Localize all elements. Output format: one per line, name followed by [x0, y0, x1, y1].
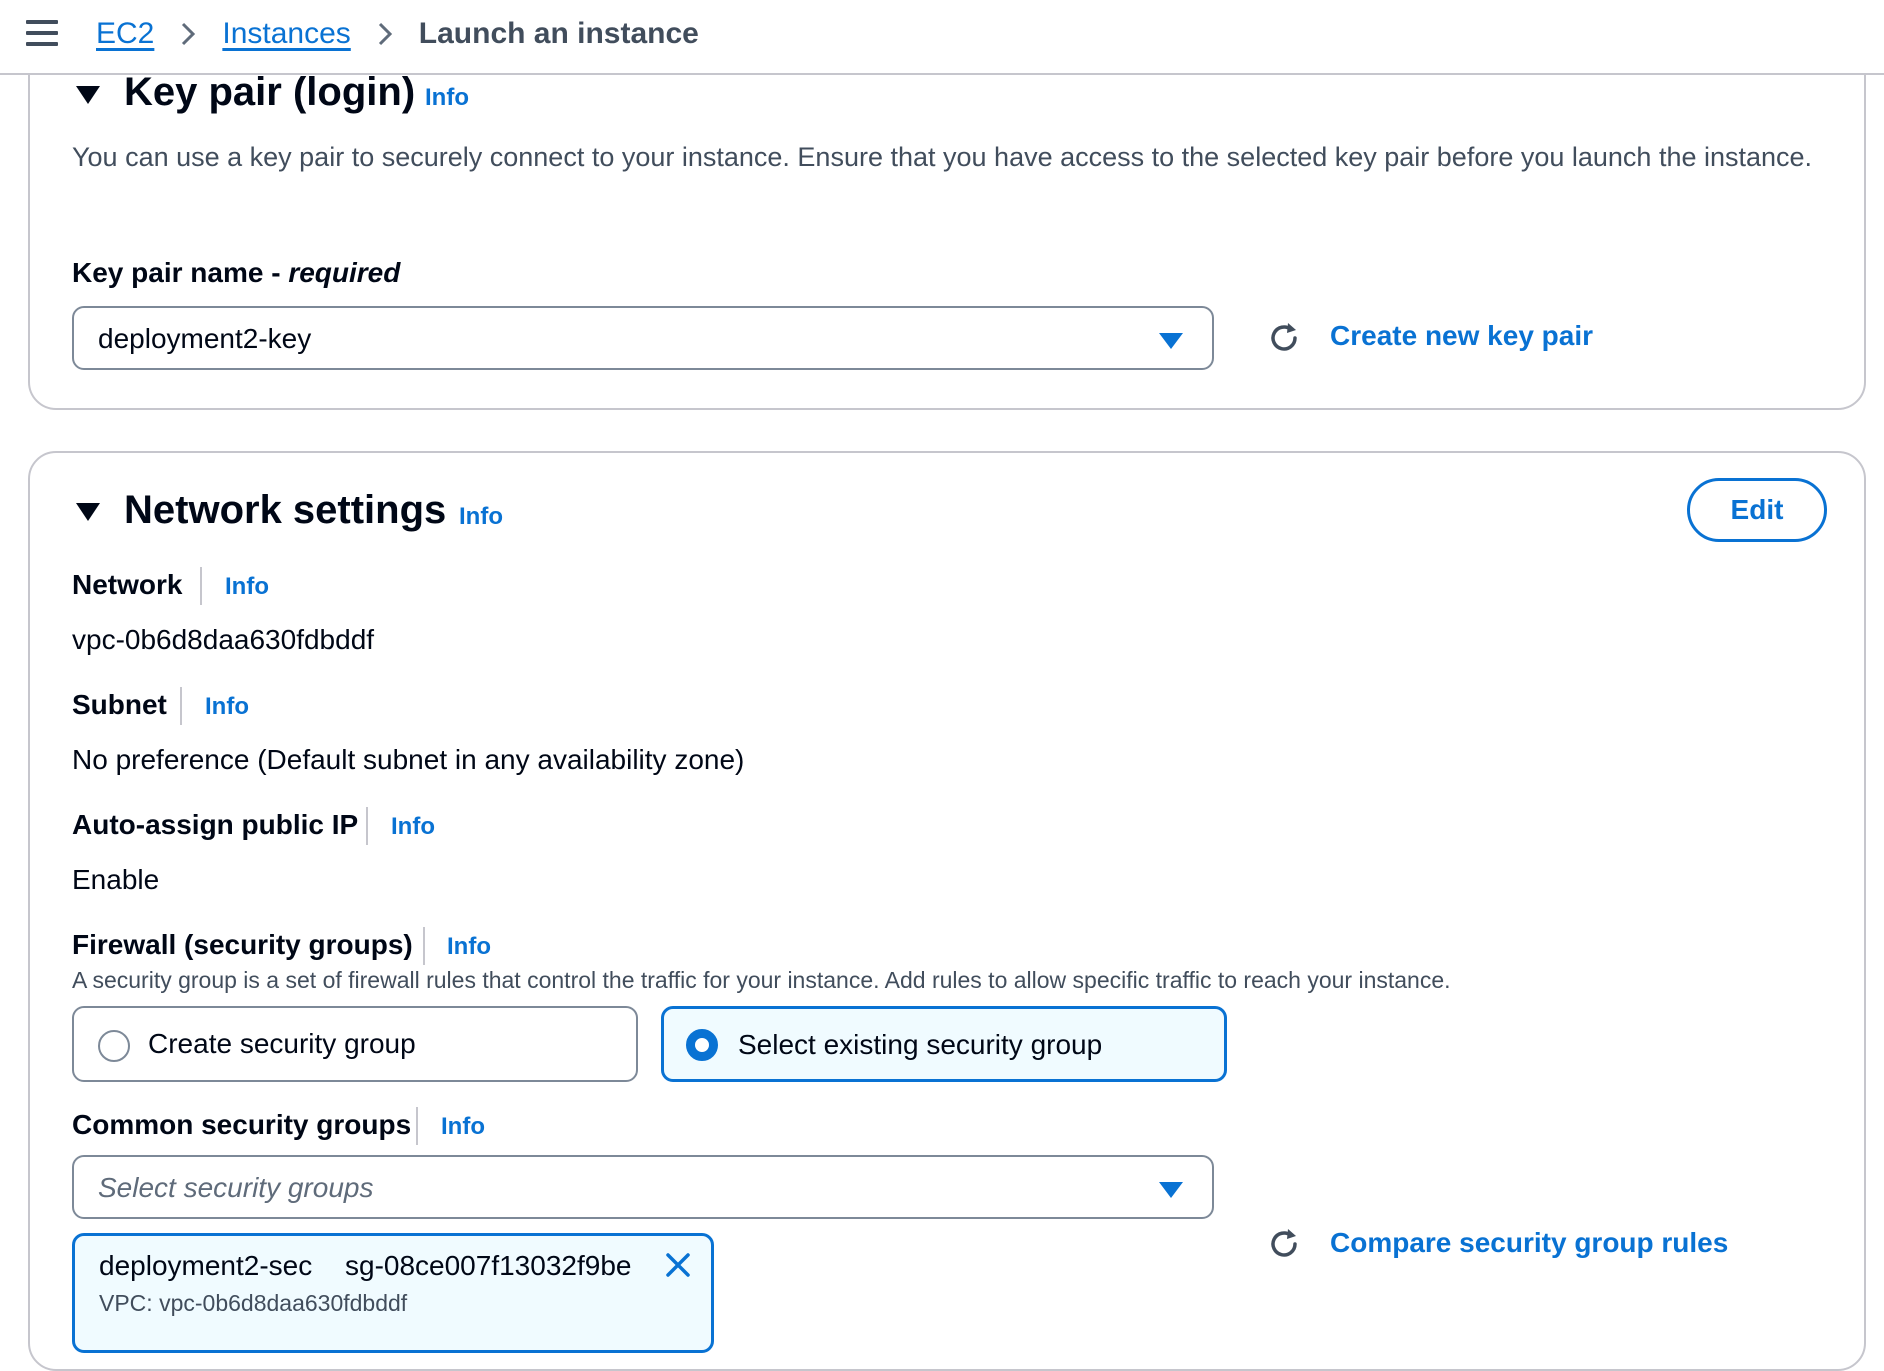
network-label: Network — [72, 569, 183, 600]
edit-button[interactable]: Edit — [1687, 478, 1827, 542]
top-navigation-bar: EC2 Instances Launch an instance — [0, 0, 1884, 75]
divider — [180, 687, 182, 725]
caret-down-icon[interactable] — [74, 501, 102, 523]
key-pair-select-value: deployment2-key — [98, 323, 312, 354]
select-existing-security-group-option[interactable]: Select existing security group — [661, 1006, 1227, 1082]
radio-selected-icon — [686, 1029, 718, 1061]
divider — [416, 1107, 418, 1145]
network-settings-title: Network settings — [124, 488, 447, 532]
caret-down-icon — [1159, 333, 1183, 349]
security-groups-placeholder: Select security groups — [98, 1172, 374, 1203]
breadcrumb: EC2 Instances Launch an instance — [96, 14, 699, 54]
security-groups-select[interactable]: Select security groups — [72, 1155, 1214, 1219]
create-new-key-pair-link[interactable]: Create new key pair — [1330, 320, 1593, 352]
subnet-info-link[interactable]: Info — [205, 693, 249, 721]
common-security-groups-info-link[interactable]: Info — [441, 1113, 485, 1141]
caret-down-icon — [1159, 1182, 1183, 1198]
refresh-icon[interactable] — [1264, 1224, 1304, 1264]
breadcrumb-ec2-link[interactable]: EC2 — [96, 17, 154, 51]
public-ip-label: Auto-assign public IP — [72, 809, 359, 840]
breadcrumb-instances-link[interactable]: Instances — [222, 17, 350, 51]
network-info-link[interactable]: Info — [225, 573, 269, 601]
chevron-right-icon — [182, 22, 196, 46]
common-security-groups-label: Common security groups — [72, 1109, 412, 1140]
menu-icon[interactable] — [26, 20, 58, 48]
network-settings-info-link[interactable]: Info — [459, 503, 503, 531]
key-pair-info-link[interactable]: Info — [425, 84, 469, 112]
create-security-group-label: Create security group — [148, 1028, 416, 1059]
caret-down-icon[interactable] — [74, 84, 102, 106]
firewall-label: Firewall (security groups) — [72, 929, 413, 960]
radio-unselected-icon — [98, 1030, 130, 1062]
security-group-vpc: VPC: vpc-0b6d8daa630fdbddf — [99, 1290, 408, 1316]
subnet-label: Subnet — [72, 689, 167, 720]
network-settings-panel: Network settings Info Edit Network Info … — [28, 451, 1866, 1371]
create-security-group-option[interactable]: Create security group — [72, 1006, 638, 1082]
refresh-icon[interactable] — [1264, 318, 1304, 358]
firewall-info-link[interactable]: Info — [447, 933, 491, 961]
breadcrumb-current: Launch an instance — [418, 17, 699, 50]
subnet-value: No preference (Default subnet in any ava… — [72, 744, 745, 775]
key-pair-name-label: Key pair name - required — [72, 257, 401, 288]
public-ip-value: Enable — [72, 864, 160, 895]
chevron-right-icon — [378, 22, 392, 46]
network-value: vpc-0b6d8daa630fdbddf — [72, 624, 375, 655]
key-pair-select[interactable]: deployment2-key — [72, 306, 1214, 370]
divider — [366, 807, 368, 845]
public-ip-info-link[interactable]: Info — [391, 813, 435, 841]
firewall-description: A security group is a set of firewall ru… — [72, 967, 1451, 993]
divider — [423, 927, 425, 965]
compare-security-group-rules-link[interactable]: Compare security group rules — [1330, 1227, 1728, 1259]
security-group-name: deployment2-sec — [99, 1250, 313, 1281]
security-group-id: sg-08ce007f13032f9be — [345, 1250, 632, 1281]
key-pair-title: Key pair (login) — [124, 70, 416, 114]
select-existing-security-group-label: Select existing security group — [738, 1029, 1103, 1060]
close-icon[interactable] — [663, 1250, 693, 1280]
divider — [200, 567, 202, 605]
key-pair-description: You can use a key pair to securely conne… — [72, 142, 1813, 172]
selected-security-group-token: deployment2-sec sg-08ce007f13032f9be VPC… — [72, 1233, 714, 1353]
